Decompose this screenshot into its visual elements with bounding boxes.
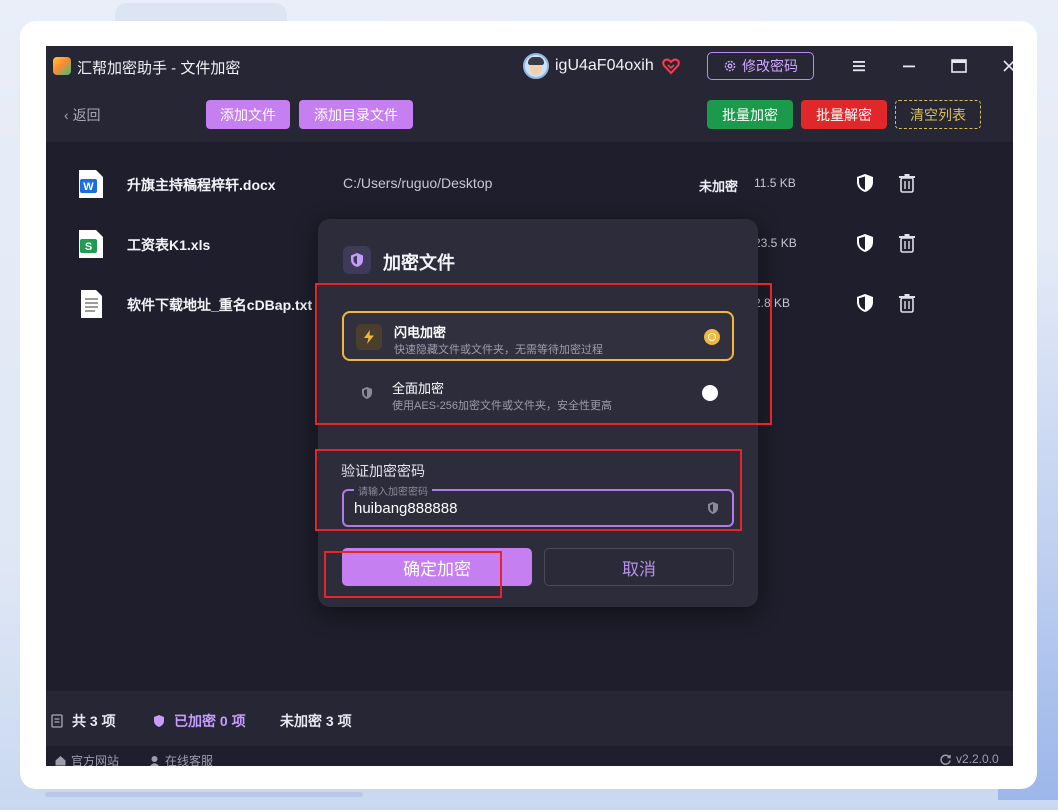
cancel-button[interactable]: 取消	[544, 548, 734, 586]
unencrypted-count: 未加密 3 项	[280, 713, 352, 729]
support-link[interactable]: 在线客服	[148, 752, 213, 766]
file-name: 升旗主持稿程梓轩.docx	[127, 177, 276, 193]
highlight-box	[315, 283, 772, 425]
background-strip	[45, 792, 363, 797]
spreadsheet-icon: S	[79, 230, 103, 258]
status-bar: 共 3 项 已加密 0 项 未加密 3 项	[46, 691, 1013, 746]
file-path: C:/Users/ruguo/Desktop	[343, 175, 493, 191]
back-label: 返回	[72, 107, 101, 123]
back-button[interactable]: ‹ 返回	[64, 105, 101, 125]
minimize-icon[interactable]	[899, 56, 919, 76]
app-logo-icon	[53, 57, 71, 75]
file-size: 23.5 KB	[754, 236, 797, 250]
user-avatar[interactable]	[523, 53, 549, 79]
highlight-box	[324, 551, 502, 598]
encrypted-count-text: 已加密 0 项	[174, 713, 246, 729]
change-password-label: 修改密码	[742, 58, 798, 74]
headset-icon	[150, 756, 159, 766]
batch-decrypt-button[interactable]: 批量解密	[801, 100, 887, 129]
file-row[interactable]: W 升旗主持稿程梓轩.docx C:/Users/ruguo/Desktop 未…	[46, 154, 1013, 214]
vip-heart-icon	[662, 58, 680, 75]
svg-text:S: S	[85, 241, 92, 253]
change-password-button[interactable]: 修改密码	[707, 52, 814, 80]
trash-icon[interactable]	[896, 172, 918, 194]
window-title: 汇帮加密助手 - 文件加密	[77, 60, 241, 77]
dialog-shield-icon	[343, 246, 371, 274]
file-name: 工资表K1.xls	[127, 237, 211, 253]
encrypted-count: 已加密 0 项	[152, 711, 246, 731]
word-doc-icon: W	[79, 170, 103, 198]
text-file-icon	[81, 290, 102, 318]
username: igU4aF04oxih	[555, 57, 654, 74]
list-icon	[51, 714, 63, 728]
maximize-icon[interactable]	[949, 56, 969, 76]
version-label: v2.2.0.0	[956, 752, 999, 766]
home-icon	[55, 756, 66, 766]
website-label: 官方网站	[71, 754, 120, 766]
file-status: 未加密	[699, 179, 739, 194]
shield-icon[interactable]	[854, 232, 876, 254]
file-size: 11.5 KB	[754, 176, 796, 190]
trash-icon[interactable]	[896, 292, 918, 314]
batch-encrypt-button[interactable]: 批量加密	[707, 100, 793, 129]
add-file-button[interactable]: 添加文件	[206, 100, 290, 129]
add-folder-button[interactable]: 添加目录文件	[299, 100, 413, 129]
gear-icon	[724, 60, 736, 72]
close-icon[interactable]	[999, 56, 1013, 76]
footer: 官方网站 在线客服 v2.2.0.0	[46, 746, 1013, 766]
shield-icon[interactable]	[854, 292, 876, 314]
dialog-title: 加密文件	[383, 253, 455, 273]
title-bar: 汇帮加密助手 - 文件加密 igU4aF04oxih 修改密码	[46, 46, 1013, 86]
shield-icon	[154, 715, 164, 727]
total-count: 共 3 项	[50, 711, 116, 731]
svg-text:W: W	[83, 181, 94, 193]
file-name: 软件下载地址_重名cDBap.txt	[127, 297, 313, 313]
website-link[interactable]: 官方网站	[54, 752, 119, 766]
refresh-icon	[940, 753, 951, 765]
highlight-box	[315, 449, 742, 531]
toolbar: ‹ 返回 添加文件 添加目录文件 批量加密 批量解密 清空列表	[46, 86, 1013, 142]
trash-icon[interactable]	[896, 232, 918, 254]
support-label: 在线客服	[165, 754, 214, 766]
chevron-left-icon: ‹	[64, 107, 73, 123]
menu-icon[interactable]	[849, 56, 869, 76]
shield-icon[interactable]	[854, 172, 876, 194]
version-info[interactable]: v2.2.0.0	[939, 752, 999, 766]
clear-list-button[interactable]: 清空列表	[895, 100, 981, 129]
total-count-text: 共 3 项	[72, 713, 116, 729]
